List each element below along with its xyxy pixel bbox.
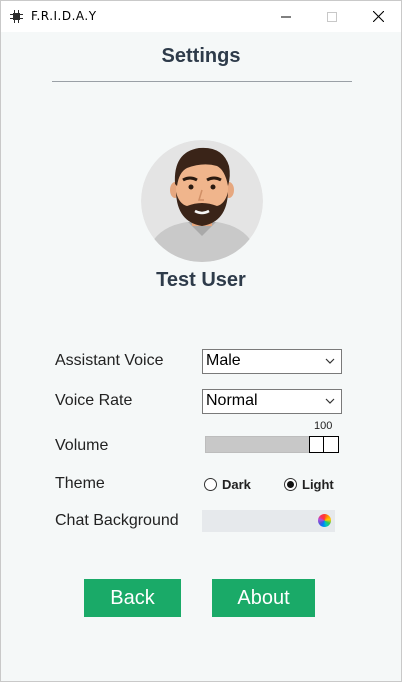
voice-rate-select[interactable]: Normal bbox=[202, 389, 342, 414]
theme-dark-radio[interactable] bbox=[204, 478, 217, 491]
assistant-voice-value: Male bbox=[206, 352, 241, 369]
color-wheel-icon[interactable] bbox=[318, 514, 331, 527]
minimize-icon bbox=[281, 16, 291, 17]
volume-slider-thumb[interactable] bbox=[309, 436, 339, 453]
chat-background-label: Chat Background bbox=[55, 512, 179, 529]
theme-light-label[interactable]: Light bbox=[302, 477, 334, 492]
title-bar: F.R.I.D.A.Y bbox=[1, 1, 401, 32]
close-icon bbox=[372, 11, 384, 22]
voice-rate-value: Normal bbox=[206, 392, 258, 409]
user-name: Test User bbox=[156, 269, 246, 291]
volume-label: Volume bbox=[55, 437, 109, 454]
window-title: F.R.I.D.A.Y bbox=[31, 9, 97, 23]
theme-label: Theme bbox=[55, 475, 105, 492]
maximize-button[interactable] bbox=[309, 1, 355, 32]
user-avatar bbox=[141, 140, 263, 262]
maximize-icon bbox=[327, 11, 337, 22]
about-button[interactable]: About bbox=[212, 579, 315, 617]
app-window: F.R.I.D.A.Y Settings Test User Assistant… bbox=[0, 0, 402, 682]
chevron-down-icon bbox=[325, 398, 335, 404]
chevron-down-icon bbox=[325, 358, 335, 364]
minimize-button[interactable] bbox=[263, 1, 309, 32]
assistant-voice-select[interactable]: Male bbox=[202, 349, 342, 374]
assistant-voice-label: Assistant Voice bbox=[55, 352, 164, 369]
volume-value: 100 bbox=[314, 420, 333, 432]
close-button[interactable] bbox=[355, 1, 401, 32]
voice-rate-label: Voice Rate bbox=[55, 392, 133, 409]
theme-dark-label[interactable]: Dark bbox=[222, 477, 251, 492]
chip-icon bbox=[10, 10, 23, 23]
title-divider bbox=[52, 81, 352, 82]
page-title: Settings bbox=[161, 45, 241, 67]
chat-background-field[interactable] bbox=[202, 510, 335, 532]
theme-light-radio[interactable] bbox=[284, 478, 297, 491]
back-button[interactable]: Back bbox=[84, 579, 181, 617]
